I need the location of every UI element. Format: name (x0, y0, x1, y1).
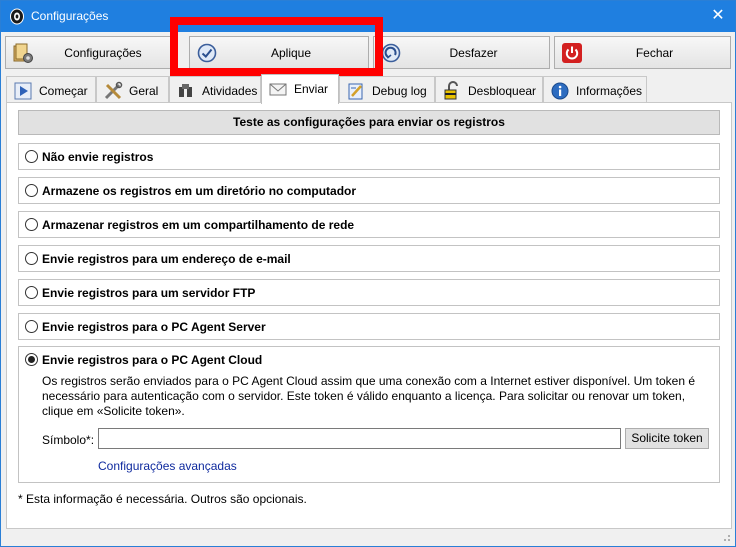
activity-icon (179, 84, 192, 97)
send-settings-panel: Teste as configurações para enviar os re… (6, 102, 732, 529)
tab-bar: Começar Geral Atividades Enviar Debug lo… (6, 74, 732, 104)
option-no-send-label: Não envie registros (42, 150, 154, 164)
option-network-share-label: Armazenar registros em um compartilhamen… (42, 218, 355, 232)
tab-information-label: Informações (576, 84, 643, 98)
settings-folder-icon (13, 43, 33, 63)
radio-agent-cloud[interactable] (25, 353, 38, 366)
radio-no-send[interactable] (25, 150, 38, 163)
close-window-icon[interactable]: ✕ (707, 5, 729, 27)
play-icon (14, 82, 32, 100)
title-bar[interactable]: Configurações ✕ (1, 1, 735, 32)
power-close-icon (562, 43, 582, 63)
configurations-button[interactable]: Configurações (5, 36, 177, 69)
radio-network-share[interactable] (25, 218, 38, 231)
tab-send-label: Enviar (294, 82, 329, 96)
close-button[interactable]: Fechar (554, 36, 731, 69)
option-agent-cloud-label[interactable]: Envie registros para o PC Agent Cloud (42, 353, 262, 367)
undo-icon (381, 43, 401, 63)
option-agent-cloud: Envie registros para o PC Agent Cloud Os… (18, 346, 720, 483)
undo-button[interactable]: Desfazer (373, 36, 550, 69)
tab-information[interactable]: Informações (543, 76, 647, 103)
tab-general-label: Geral (129, 84, 159, 98)
radio-email[interactable] (25, 252, 38, 265)
tools-icon (104, 81, 123, 100)
tab-start-label: Começar (39, 84, 88, 98)
option-local-directory-label: Armazene os registros em um diretório no… (42, 184, 357, 198)
option-network-share[interactable]: Armazenar registros em um compartilhamen… (18, 211, 720, 238)
symbol-field-label: Símbolo*: (42, 433, 95, 447)
unlock-icon (444, 81, 458, 100)
option-agent-server[interactable]: Envie registros para o PC Agent Server (18, 313, 720, 340)
mail-send-icon (269, 83, 287, 96)
tab-start[interactable]: Começar (6, 76, 96, 103)
undo-button-label: Desfazer (449, 46, 498, 60)
option-local-directory[interactable]: Armazene os registros em um diretório no… (18, 177, 720, 204)
info-icon (551, 82, 569, 100)
agent-logo-icon (10, 8, 24, 25)
resize-grip-icon[interactable] (721, 532, 731, 542)
request-token-button[interactable]: Solicite token (625, 428, 709, 449)
tab-debug-log-label: Debug log (372, 84, 427, 98)
tab-activities-label: Atividades (202, 84, 258, 98)
option-ftp[interactable]: Envie registros para um servidor FTP (18, 279, 720, 306)
tab-send[interactable]: Enviar (261, 74, 339, 104)
radio-ftp[interactable] (25, 286, 38, 299)
option-email-label: Envie registros para um endereço de e-ma… (42, 252, 291, 266)
apply-check-icon (197, 43, 217, 63)
radio-local-directory[interactable] (25, 184, 38, 197)
radio-agent-server[interactable] (25, 320, 38, 333)
symbol-input[interactable] (98, 428, 621, 449)
apply-button[interactable]: Aplique (189, 36, 369, 69)
option-email[interactable]: Envie registros para um endereço de e-ma… (18, 245, 720, 272)
window-title: Configurações (31, 9, 109, 23)
settings-window: Configurações ✕ Configurações Aplique De… (0, 0, 736, 547)
tab-activities[interactable]: Atividades (169, 76, 261, 103)
tab-debug-log[interactable]: Debug log (339, 76, 435, 103)
close-button-label: Fechar (635, 46, 674, 60)
test-settings-header[interactable]: Teste as configurações para enviar os re… (18, 110, 720, 135)
configurations-button-label: Configurações (64, 46, 142, 60)
option-no-send[interactable]: Não envie registros (18, 143, 720, 170)
option-agent-server-label: Envie registros para o PC Agent Server (42, 320, 266, 334)
tab-unlock[interactable]: Desbloquear (435, 76, 543, 103)
option-ftp-label: Envie registros para um servidor FTP (42, 286, 256, 300)
debug-log-icon (348, 83, 363, 100)
cloud-description: Os registros serão enviados para o PC Ag… (42, 374, 696, 418)
advanced-settings-link[interactable]: Configurações avançadas (98, 459, 237, 473)
apply-button-label: Aplique (270, 46, 312, 60)
tab-general[interactable]: Geral (96, 76, 169, 103)
required-footnote: * Esta informação é necessária. Outros s… (18, 492, 307, 506)
tab-unlock-label: Desbloquear (468, 84, 537, 98)
toolbar: Configurações Aplique Desfazer Fechar (1, 32, 735, 72)
